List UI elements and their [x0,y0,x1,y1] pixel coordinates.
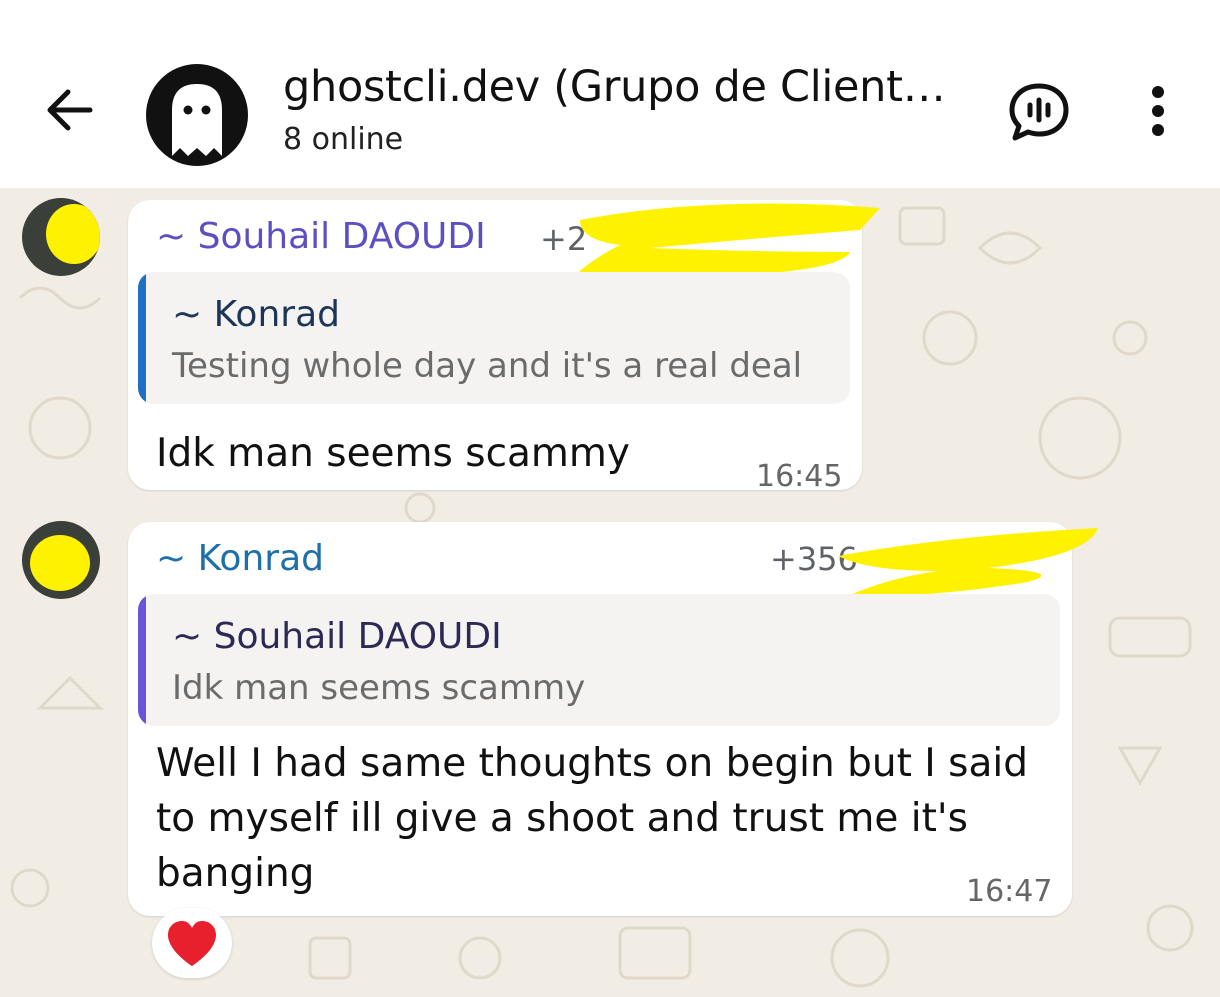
quoted-sender: ~ Souhail DAOUDI [172,616,502,657]
redaction-scribble [30,535,90,591]
message-bubble[interactable]: ~ Konrad +356 ~ Souhail DAOUDI Idk man s… [128,522,1098,916]
sender-avatar[interactable] [22,521,100,599]
voice-chat-icon[interactable] [1004,80,1074,144]
quoted-sender: ~ Konrad [172,294,340,335]
quote-bar [138,272,146,404]
sender-name[interactable]: ~ Konrad [156,538,324,579]
back-arrow-icon[interactable] [40,80,100,140]
group-title[interactable]: ghostcli.dev (Grupo de Client… [283,62,946,112]
chat-header: ghostcli.dev (Grupo de Client… 8 online [0,0,1220,188]
ghost-icon [172,84,222,156]
message-text: Well I had same thoughts on begin but I … [156,741,1028,896]
message-time: 16:47 [966,874,1053,909]
more-options-icon[interactable] [1140,82,1176,142]
sender-name[interactable]: ~ Souhail DAOUDI [156,216,486,257]
message-time: 16:45 [756,459,843,494]
message-text: Idk man seems scammy [156,431,630,476]
redaction-scribble [838,528,1098,597]
quoted-text: Testing whole day and it's a real deal [172,346,803,386]
online-count: 8 online [283,122,404,157]
quoted-text: Idk man seems scammy [172,668,586,708]
group-avatar[interactable] [146,64,248,166]
quote-bar [138,594,146,726]
quoted-message[interactable]: ~ Souhail DAOUDI Idk man seems scammy [138,594,1060,726]
chat-area[interactable]: ~ Souhail DAOUDI +2 ~ Konrad Testing who… [0,188,1220,997]
sender-avatar[interactable] [22,198,100,276]
quoted-message[interactable]: ~ Konrad Testing whole day and it's a re… [138,272,850,404]
heart-icon [168,921,216,966]
message-bubble[interactable]: ~ Souhail DAOUDI +2 ~ Konrad Testing who… [128,200,880,494]
reaction-badge[interactable] [152,908,232,978]
redaction-scribble [46,204,100,264]
